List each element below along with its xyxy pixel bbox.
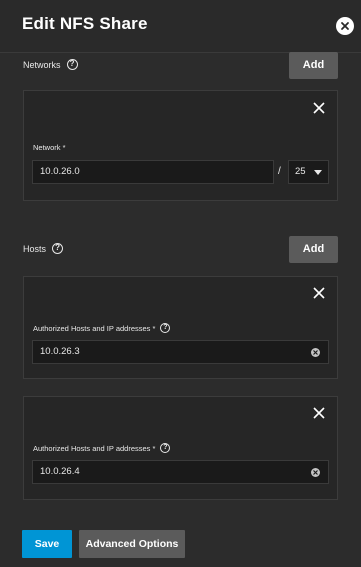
host-help-icon[interactable]: ? (160, 323, 171, 333)
authorized-host-value: 10.0.26.3 (40, 346, 80, 357)
dialog-title: Edit NFS Share (22, 14, 148, 33)
hosts-section-label: Hosts ? (23, 243, 64, 254)
chevron-down-icon (314, 170, 322, 175)
close-dialog-button[interactable] (336, 17, 354, 35)
networks-label: Networks (23, 59, 61, 70)
netmask-select[interactable]: 25 (288, 160, 329, 184)
authorized-host-value: 10.0.26.4 (40, 466, 80, 477)
authorized-host-input[interactable]: 10.0.26.3 (32, 340, 329, 364)
host-field-label-text: Authorized Hosts and IP addresses * (33, 323, 156, 333)
host-card: Authorized Hosts and IP addresses * ? 10… (23, 396, 338, 500)
advanced-options-button[interactable]: Advanced Options (79, 530, 185, 558)
remove-host-icon[interactable] (313, 287, 325, 299)
networks-section-label: Networks ? (23, 59, 78, 70)
networks-help-icon[interactable]: ? (66, 59, 78, 70)
edit-nfs-share-dialog: Edit NFS Share Networks ? Add Network * … (0, 0, 361, 567)
remove-host-icon[interactable] (313, 407, 325, 419)
dialog-header: Edit NFS Share (0, 0, 361, 53)
add-network-button[interactable]: Add (289, 52, 338, 79)
hosts-label: Hosts (23, 243, 47, 254)
network-field-label: Network * (33, 143, 66, 152)
hosts-help-icon[interactable]: ? (52, 243, 64, 254)
clear-input-icon[interactable] (311, 468, 320, 477)
network-address-input[interactable]: 10.0.26.0 (32, 160, 274, 184)
netmask-value: 25 (295, 166, 306, 177)
host-field-label: Authorized Hosts and IP addresses * ? (33, 443, 171, 453)
host-field-label-text: Authorized Hosts and IP addresses * (33, 443, 156, 453)
close-icon (341, 22, 349, 30)
host-field-label: Authorized Hosts and IP addresses * ? (33, 323, 171, 333)
remove-network-icon[interactable] (313, 102, 325, 114)
host-card: Authorized Hosts and IP addresses * ? 10… (23, 276, 338, 379)
authorized-host-input[interactable]: 10.0.26.4 (32, 460, 329, 484)
network-card: Network * 10.0.26.0 / 25 (23, 90, 338, 201)
save-button[interactable]: Save (22, 530, 72, 558)
add-host-button[interactable]: Add (289, 236, 338, 263)
network-separator: / (278, 166, 281, 177)
host-help-icon[interactable]: ? (160, 443, 171, 453)
clear-input-icon[interactable] (311, 348, 320, 357)
